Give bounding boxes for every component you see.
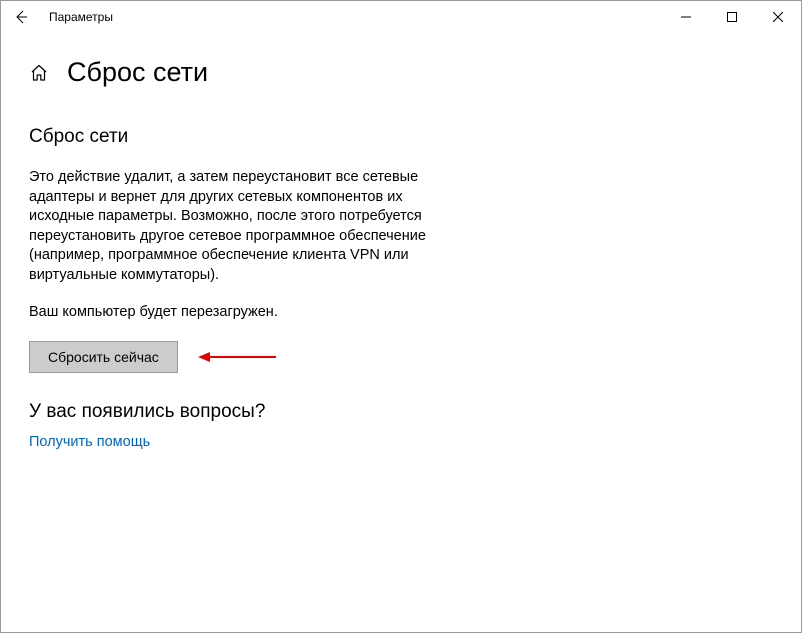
get-help-link[interactable]: Получить помощь	[29, 434, 150, 450]
minimize-button[interactable]	[663, 1, 709, 33]
questions-heading: У вас появились вопросы?	[29, 401, 453, 423]
titlebar-left: Параметры	[7, 3, 113, 31]
minimize-icon	[681, 12, 691, 22]
back-button[interactable]	[7, 3, 35, 31]
maximize-button[interactable]	[709, 1, 755, 33]
close-button[interactable]	[755, 1, 801, 33]
restart-note: Ваш компьютер будет перезагружен.	[29, 303, 453, 323]
button-row: Сбросить сейчас	[29, 341, 453, 373]
page-title: Сброс сети	[67, 57, 208, 88]
arrow-left-icon	[13, 9, 29, 25]
window-controls	[663, 1, 801, 33]
section-heading: Сброс сети	[29, 126, 453, 148]
page-header: Сброс сети	[1, 33, 801, 108]
home-button[interactable]	[29, 63, 49, 83]
titlebar: Параметры	[1, 1, 801, 33]
reset-now-button[interactable]: Сбросить сейчас	[29, 341, 178, 373]
home-icon	[30, 64, 48, 82]
annotation-arrow	[198, 349, 278, 365]
close-icon	[773, 12, 783, 22]
window-title: Параметры	[49, 10, 113, 24]
maximize-icon	[727, 12, 737, 22]
arrow-left-red-icon	[198, 349, 278, 365]
description-text: Это действие удалит, а затем переустанов…	[29, 168, 453, 285]
content-area: Сброс сети Это действие удалит, а затем …	[1, 126, 481, 450]
